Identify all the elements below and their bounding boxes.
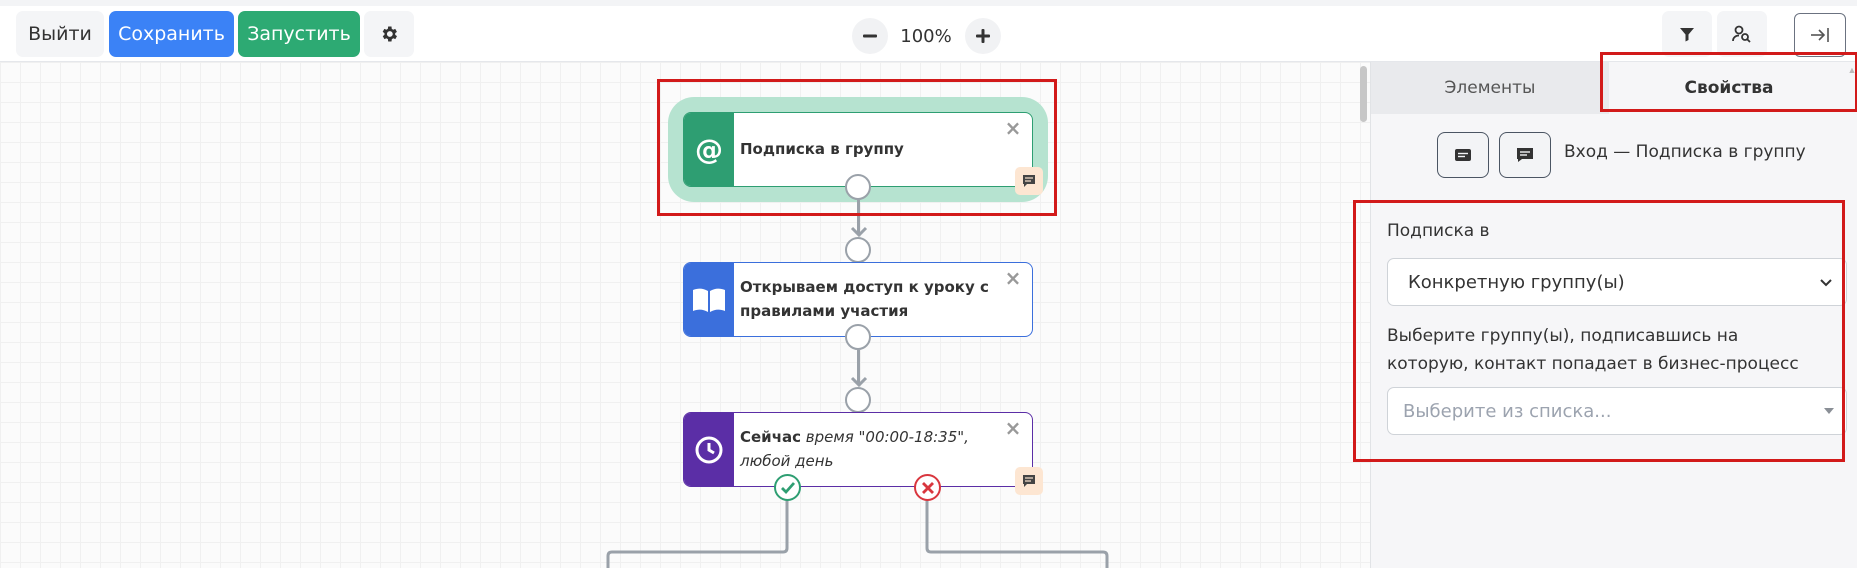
minus-icon xyxy=(863,34,877,38)
exit-button[interactable]: Выйти xyxy=(16,11,104,57)
groups-select[interactable]: Выберите из списка... xyxy=(1387,387,1847,435)
plus-icon xyxy=(976,29,990,43)
zoom-in-button[interactable] xyxy=(965,18,1001,54)
check-icon xyxy=(780,481,795,494)
caret-down-icon xyxy=(1824,408,1834,414)
panel-node-title: Вход — Подписка в группу xyxy=(1564,142,1806,162)
properties-panel: Элементы Свойства ▲ Вход — Подписка в гр… xyxy=(1353,52,1857,568)
collapse-panel-button[interactable] xyxy=(1794,13,1846,57)
settings-button[interactable] xyxy=(364,11,414,57)
panel-tabs: Элементы Свойства ▲ xyxy=(1371,62,1857,114)
save-button[interactable]: Сохранить xyxy=(109,11,234,57)
subscribe-label: Подписка в xyxy=(1387,221,1490,241)
user-search-button[interactable] xyxy=(1717,11,1767,57)
x-icon xyxy=(921,481,934,494)
comment-panel-button[interactable] xyxy=(1499,132,1551,178)
user-search-icon xyxy=(1732,25,1751,43)
fail-port[interactable] xyxy=(914,474,941,501)
gear-icon xyxy=(382,26,397,42)
comment-icon xyxy=(1517,148,1533,162)
filter-icon xyxy=(1680,28,1694,42)
top-toolbar: Выйти Сохранить Запустить 100% xyxy=(0,0,1857,62)
run-button[interactable]: Запустить xyxy=(238,11,360,57)
card-text-icon xyxy=(1455,149,1471,161)
zoom-out-button[interactable] xyxy=(852,18,888,54)
success-port[interactable] xyxy=(774,474,801,501)
branch-connectors xyxy=(606,486,1109,568)
tab-properties[interactable]: Свойства xyxy=(1609,62,1849,114)
view-button[interactable] xyxy=(1437,132,1489,178)
filter-button[interactable] xyxy=(1662,11,1712,57)
subscription-type-select[interactable]: Конкретную группу(ы) xyxy=(1387,258,1847,306)
zoom-level: 100% xyxy=(900,26,952,47)
canvas-scrollbar[interactable] xyxy=(1360,66,1367,122)
select-value: Конкретную группу(ы) xyxy=(1408,271,1625,293)
tab-elements[interactable]: Элементы xyxy=(1371,62,1609,114)
chevron-down-icon xyxy=(1820,279,1832,287)
scroll-up-arrow-icon[interactable]: ▲ xyxy=(1847,64,1857,76)
arrow-right-to-line-icon xyxy=(1811,28,1829,42)
workflow-canvas[interactable]: @ Подписка в группу × Открываем доступ к… xyxy=(0,62,1370,568)
groups-label: Выберите группу(ы), подписавшись на кото… xyxy=(1387,326,1799,374)
select-placeholder: Выберите из списка... xyxy=(1403,400,1612,422)
